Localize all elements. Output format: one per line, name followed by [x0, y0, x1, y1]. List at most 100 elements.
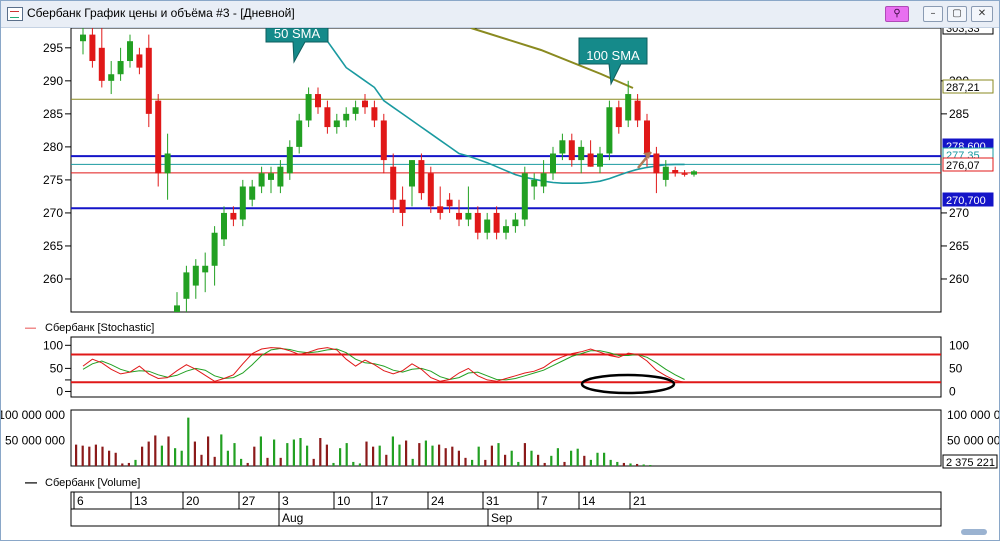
price-label-text: 287,21: [946, 82, 980, 94]
volume-bar: [160, 445, 163, 466]
candle-body: [615, 107, 622, 128]
time-day-label: 14: [582, 494, 596, 508]
volume-bar: [259, 436, 262, 466]
volume-bar: [543, 462, 546, 466]
volume-bar: [576, 448, 579, 466]
volume-bar: [207, 436, 210, 466]
volume-bar: [504, 454, 507, 466]
candle-body: [568, 140, 575, 161]
stoch-tick-label-left: 100: [43, 338, 63, 352]
volume-bar: [471, 459, 474, 466]
candle-body: [409, 160, 415, 187]
candle-body: [446, 199, 453, 207]
price-tick-label-left: 260: [43, 272, 63, 286]
candle-body: [681, 173, 688, 175]
maximize-button[interactable]: ▢: [947, 6, 967, 22]
candle-body: [108, 74, 115, 81]
candle-body: [80, 34, 86, 42]
candle-body: [277, 166, 284, 187]
candle-body: [390, 166, 397, 200]
time-day-label: 17: [375, 494, 389, 508]
price-label: 270,700: [942, 192, 994, 207]
candle-body: [550, 153, 556, 174]
candle: [145, 34, 152, 128]
candle-body: [268, 173, 274, 180]
volume-bar: [616, 461, 619, 466]
volume-bar: [563, 461, 566, 466]
volume-legend-line: —: [25, 475, 37, 489]
volume-bar: [134, 459, 137, 466]
candle-body: [484, 219, 491, 233]
price-tick-label-left: 275: [43, 173, 63, 187]
volume-bar: [358, 463, 361, 466]
stoch-legend-line: —: [25, 322, 36, 334]
time-day-label: 10: [337, 494, 351, 508]
price-label-text: 303,33: [946, 28, 980, 35]
candle-body: [98, 47, 105, 81]
price-label: 276,07: [942, 157, 994, 172]
candle: [606, 100, 613, 161]
price-tick-label-left: 280: [43, 140, 63, 154]
volume-bar: [391, 436, 394, 466]
candle-body: [559, 140, 566, 154]
volume-bar: [339, 448, 342, 466]
candle-body: [672, 170, 679, 174]
candle: [239, 179, 246, 227]
stoch-pane-title: Сбербанк [Stochastic]: [45, 322, 154, 334]
candle-body: [305, 94, 312, 121]
volume-bar: [589, 459, 592, 466]
volume-bar: [306, 445, 309, 466]
candle-body: [625, 94, 632, 121]
price-tick-label-left: 295: [43, 41, 63, 55]
stoch-tick-label-right: 50: [949, 361, 963, 375]
candle-body: [380, 120, 387, 161]
minimize-button[interactable]: –: [923, 6, 943, 22]
time-month-label: Aug: [282, 511, 303, 525]
candle-body: [512, 219, 519, 227]
volume-bar: [424, 440, 427, 466]
pin-icon[interactable]: ⚲: [885, 6, 909, 22]
volume-bar: [622, 462, 625, 466]
time-day-label: 3: [282, 494, 289, 508]
candle-body: [89, 34, 96, 62]
price-tick-label-right: 260: [949, 272, 969, 286]
candle-body: [437, 206, 444, 213]
volume-bar: [273, 439, 276, 466]
candle-body: [117, 61, 124, 75]
close-button[interactable]: ✕: [971, 6, 993, 22]
volume-bar: [372, 446, 375, 466]
price-tick-label-right: 285: [949, 107, 969, 121]
price-label-text: 270,700: [946, 195, 986, 207]
volume-bar: [213, 456, 216, 466]
price-tick-label-left: 285: [43, 107, 63, 121]
volume-bar: [187, 417, 190, 466]
scrollbar-thumb[interactable]: [961, 529, 987, 535]
volume-bar: [490, 445, 493, 466]
volume-bar: [451, 446, 454, 466]
candle: [427, 166, 434, 213]
volume-bar: [147, 441, 150, 466]
candle-body: [296, 120, 303, 147]
time-day-label: 31: [486, 494, 500, 508]
price-label: 287,21: [942, 79, 994, 94]
volume-bar: [365, 441, 368, 466]
volume-bar: [596, 452, 599, 466]
candle-body: [456, 212, 462, 220]
volume-pane-title: Сбербанк [Volume]: [45, 477, 140, 489]
callout-label: 100 SMA: [586, 48, 640, 63]
candle-body: [691, 171, 697, 175]
candle-body: [249, 186, 256, 200]
volume-bar: [154, 435, 157, 466]
candle-body: [399, 199, 406, 213]
volume-bar: [312, 458, 315, 466]
candle-body: [324, 107, 331, 128]
volume-bar: [325, 444, 328, 466]
volume-bar: [477, 446, 480, 466]
volume-bar: [570, 450, 573, 466]
candle-body: [286, 146, 293, 174]
chart-app-icon: [7, 7, 23, 21]
volume-bar: [108, 450, 111, 466]
volume-bar: [226, 450, 229, 466]
candle-body: [192, 265, 199, 286]
volume-bar: [629, 463, 632, 466]
